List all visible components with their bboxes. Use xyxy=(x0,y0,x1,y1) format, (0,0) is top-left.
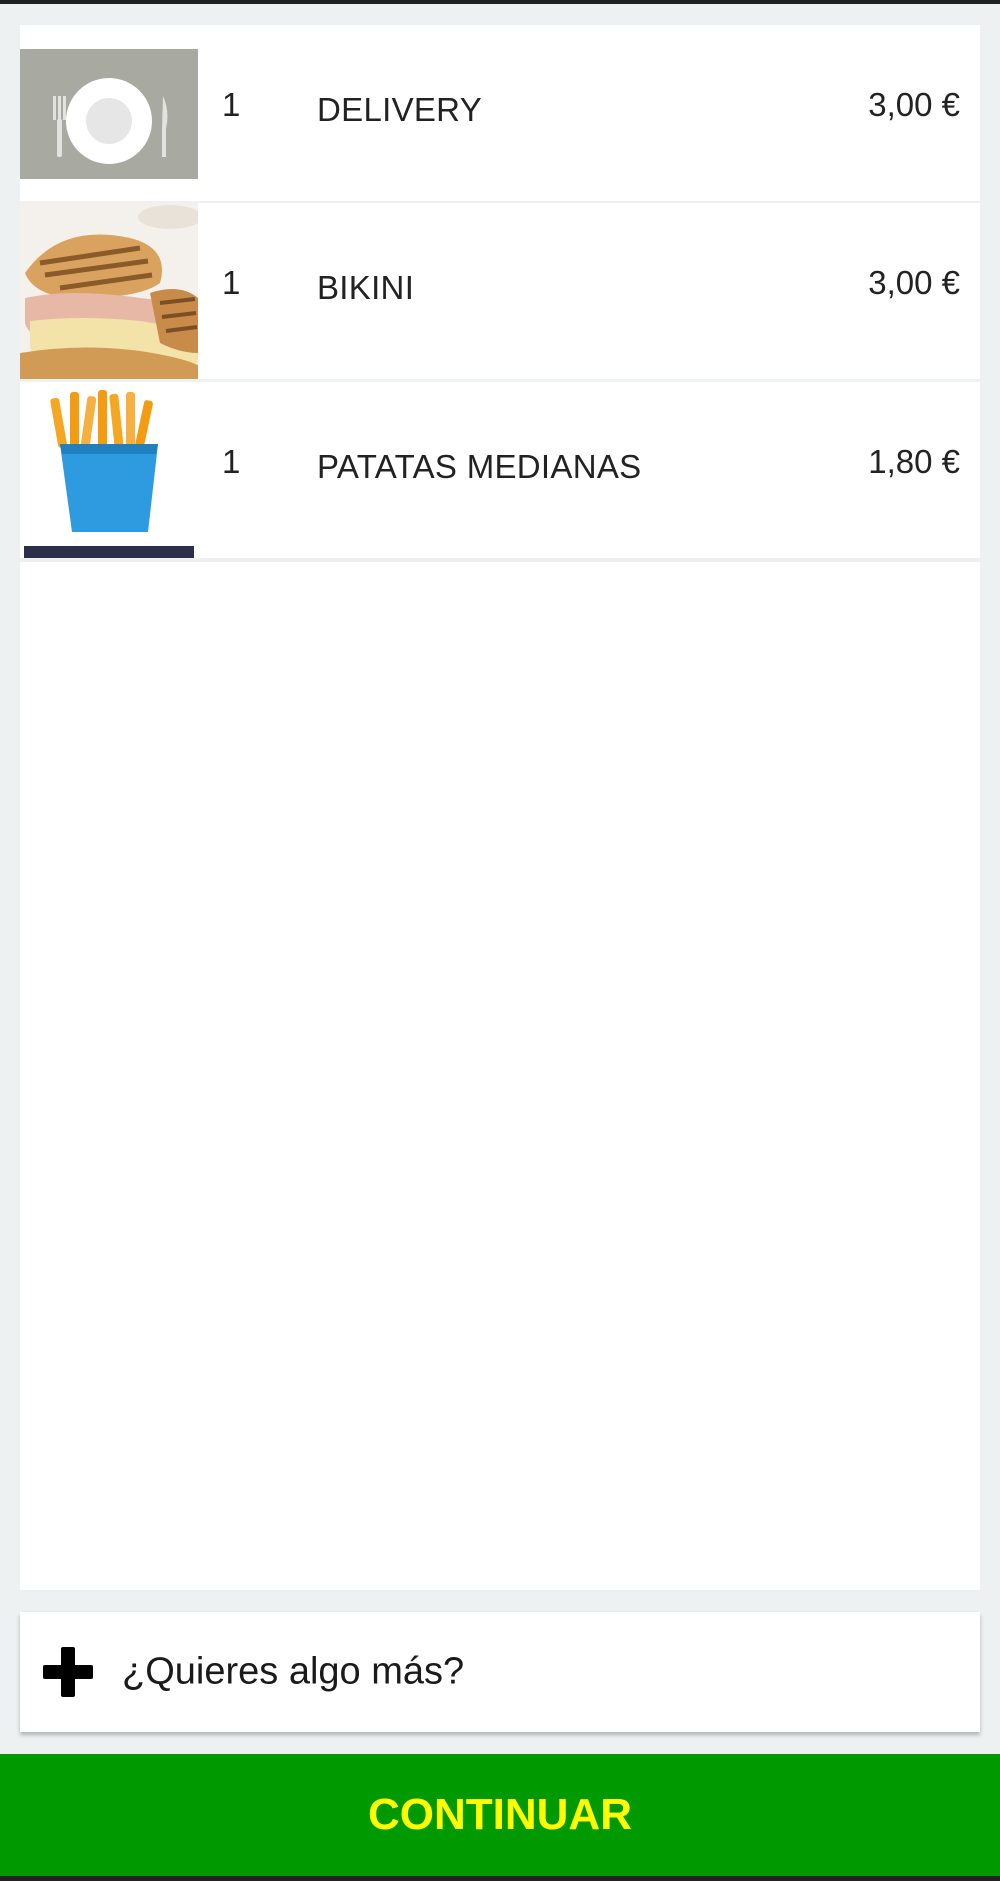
item-name: DELIVERY xyxy=(317,91,483,128)
item-price: 1,80 € xyxy=(868,443,960,480)
item-quantity: 1 xyxy=(222,86,241,123)
item-quantity: 1 xyxy=(222,443,241,480)
cart-row-bikini[interactable]: 1 BIKINI 3,00 € xyxy=(20,203,980,383)
cart-row-patatas-medianas[interactable]: 1 PATATAS MEDIANAS 1,80 € xyxy=(20,382,980,562)
fries-icon xyxy=(20,382,198,558)
add-more-button[interactable]: ¿Quieres algo más? xyxy=(20,1612,980,1732)
item-price: 3,00 € xyxy=(868,86,960,123)
plate-cutlery-icon xyxy=(20,49,198,179)
top-edge xyxy=(0,0,1000,4)
plus-icon xyxy=(43,1647,93,1697)
item-quantity: 1 xyxy=(222,264,241,301)
cart-items-list: 1 DELIVERY 3,00 € 1 BIKINI 3,00 € 1 PATA… xyxy=(20,25,980,1590)
cart-row-delivery[interactable]: 1 DELIVERY 3,00 € xyxy=(20,25,980,205)
item-name: BIKINI xyxy=(317,269,415,306)
sandwich-photo xyxy=(20,203,198,379)
add-more-label: ¿Quieres algo más? xyxy=(122,1650,465,1693)
bottom-edge xyxy=(0,1876,1000,1881)
item-name: PATATAS MEDIANAS xyxy=(317,448,642,485)
item-price: 3,00 € xyxy=(868,264,960,301)
continue-button[interactable]: CONTINUAR xyxy=(0,1754,1000,1876)
